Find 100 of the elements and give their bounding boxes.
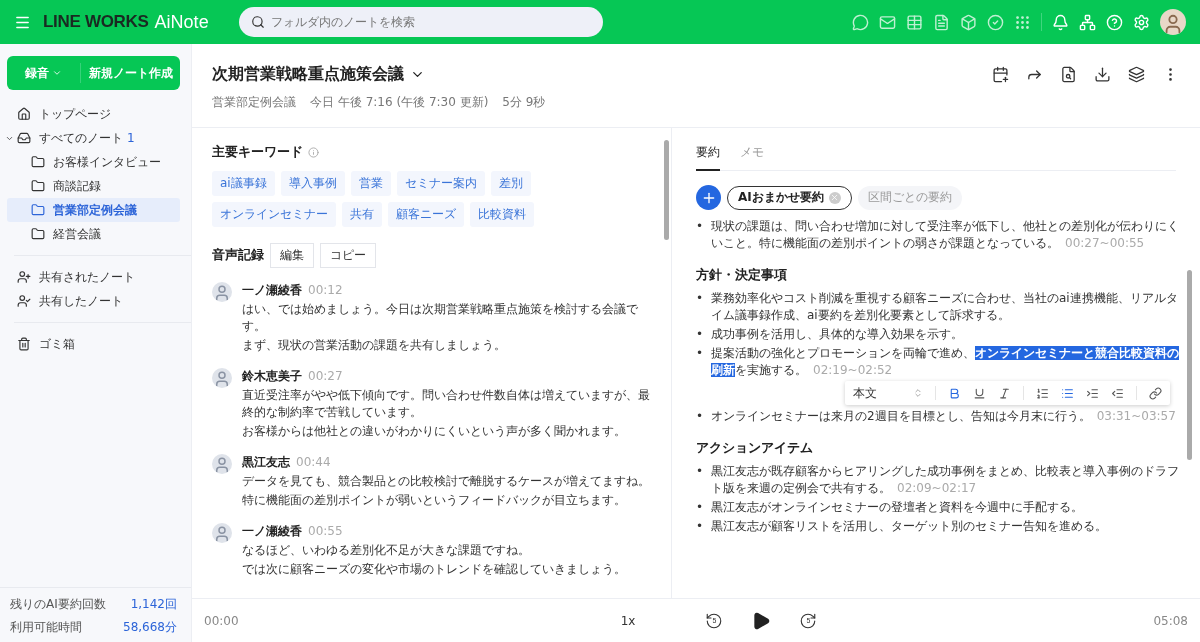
summary-item: オンラインセミナーは来月の2週目を目標とし、告知は今月末に行う。 03:31~03:57 xyxy=(711,408,1177,425)
timestamp[interactable]: 00:55 xyxy=(308,524,343,538)
transcript-text: お客様からは他社との違いがわかりにくいという声が多く聞かれます。 xyxy=(242,423,627,440)
user-check-icon xyxy=(17,294,31,308)
search-icon xyxy=(250,15,265,29)
bullet-list-icon[interactable] xyxy=(1061,386,1074,400)
style-select[interactable]: 本文 xyxy=(853,384,923,402)
check-icon[interactable] xyxy=(987,13,1004,31)
bullet: • xyxy=(696,218,704,235)
folder-name: 営業部定例会議 xyxy=(212,94,296,111)
calendar-icon[interactable] xyxy=(992,66,1010,84)
edit-button[interactable]: 編集 xyxy=(270,243,314,268)
bold-icon[interactable] xyxy=(948,386,961,400)
settings-icon[interactable] xyxy=(1133,13,1150,31)
sidebar-item[interactable]: 経営会議 xyxy=(7,222,180,246)
copy-button[interactable]: コピー xyxy=(320,243,376,268)
note-date: 今日 午後 7:16 (午後 7:30 更新) xyxy=(310,94,489,111)
speaker-avatar xyxy=(212,282,232,302)
network-icon[interactable] xyxy=(1079,13,1096,31)
note-title: 次期営業戦略重点施策会議 xyxy=(212,64,404,85)
folder-icon xyxy=(31,227,45,241)
logo: LINE WORKS xyxy=(43,12,149,32)
search-field[interactable]: フォルダ内のノートを検索 xyxy=(238,7,603,37)
bullet: • xyxy=(696,290,704,307)
timestamp[interactable]: 00:27 xyxy=(308,369,343,383)
transcript-text: では次に顧客ニーズの変化や市場のトレンドを確認していきましょう。 xyxy=(242,561,627,578)
folder-icon xyxy=(31,203,45,217)
download-icon[interactable] xyxy=(1094,66,1112,84)
summary-heading: アクションアイテム xyxy=(696,439,814,457)
summary-heading: 方針・決定事項 xyxy=(696,266,788,284)
updown-icon xyxy=(913,388,923,398)
sidebar-item[interactable]: すべてのノート 1 xyxy=(7,126,180,150)
underline-icon[interactable] xyxy=(973,386,986,400)
play-icon[interactable] xyxy=(751,610,772,631)
timestamp[interactable]: 00:44 xyxy=(296,455,331,469)
transcript-text: まず、現状の営業活動の課題を共有しましょう。 xyxy=(242,337,507,354)
keyword-tag[interactable]: 差別 xyxy=(490,171,531,196)
keyword-tag[interactable]: 比較資料 xyxy=(470,202,534,227)
keyword-tag[interactable]: オンラインセミナー xyxy=(212,202,336,227)
speed-button[interactable]: 1x xyxy=(614,612,642,629)
bullet: • xyxy=(696,518,704,535)
inbox-icon xyxy=(17,131,31,145)
italic-icon[interactable] xyxy=(998,386,1011,400)
timestamp[interactable]: 00:12 xyxy=(308,283,343,297)
sidebar-item[interactable]: トップページ xyxy=(7,102,180,126)
speaker-name: 鈴木恵美子 xyxy=(242,368,302,385)
sidebar-item[interactable]: 共有されたノート xyxy=(7,265,180,289)
summary-chip[interactable]: AIおまかせ要約 xyxy=(727,185,852,210)
note-duration: 5分 9秒 xyxy=(502,94,546,111)
avatar[interactable] xyxy=(1160,9,1186,35)
summary-item: 提案活動の強化とプロモーションを両輪で進め、オンラインセミナーと競合比較資料の刷新を実施する。 02:19~02:52 xyxy=(711,345,1180,379)
help-icon[interactable] xyxy=(1106,13,1123,31)
tab[interactable]: メモ xyxy=(740,144,764,171)
indent-icon[interactable] xyxy=(1086,386,1099,400)
summary-item: 現状の課題は、問い合わせ増加に対して受注率が低下し、他社との差別化が伝わりにくいこと。特に機能面の差別ポイントの弱さが課題となっている。 00:27~00:55 xyxy=(711,218,1180,252)
folder-icon xyxy=(31,179,45,193)
trash-icon xyxy=(17,337,31,351)
sidebar-item[interactable]: 商談記録 xyxy=(7,174,180,198)
speaker-name: 一ノ瀬綾香 xyxy=(242,523,302,540)
user-plus-icon xyxy=(17,270,31,284)
transcript-text: なるほど、いわゆる差別化不足が大きな課題ですね。 xyxy=(242,542,531,559)
section-title: 音声記録 xyxy=(212,247,264,264)
tab[interactable]: 要約 xyxy=(696,144,720,171)
sidebar-item[interactable]: ゴミ箱 xyxy=(7,332,180,356)
summary-item: 黒江友志がオンラインセミナーの登壇者と資料を今週中に手配する。 xyxy=(711,499,1084,516)
speaker-avatar xyxy=(212,523,232,543)
link-icon[interactable] xyxy=(1149,386,1162,400)
folder-icon xyxy=(31,155,45,169)
keyword-tag[interactable]: 営業 xyxy=(350,171,391,196)
list-search-icon[interactable] xyxy=(1060,66,1078,84)
add-button[interactable] xyxy=(696,185,721,210)
summary-item: 黒江友志が既存顧客からヒアリングした成功事例をまとめ、比較表と導入事例のドラフト版を来週の定例会で共有する。 02:09~02:17 xyxy=(711,463,1180,497)
layers-icon[interactable] xyxy=(1128,66,1146,84)
product-name: AiNote xyxy=(154,11,209,33)
sidebar-item[interactable]: 共有したノート xyxy=(7,289,180,313)
summary-item: 黒江友志が顧客リストを活用し、ターゲット別のセミナー告知を進める。 xyxy=(711,518,1108,535)
bullet: • xyxy=(696,408,704,425)
keyword-tag[interactable]: セミナー案内 xyxy=(396,171,485,196)
keyword-tag[interactable]: ai議事録 xyxy=(212,171,275,196)
sidebar-item[interactable]: お客様インタビュー xyxy=(7,150,180,174)
transcript-text: はい、では始めましょう。今日は次期営業戦略重点施策を検討する会議です。 xyxy=(242,301,639,335)
numbered-list-icon[interactable] xyxy=(1036,386,1049,400)
speaker-name: 黒江友志 xyxy=(242,454,290,471)
stat-label: 利用可能時間 xyxy=(10,619,82,636)
transcript-text: 特に機能面の差別ポイントが弱いというフィードバックが目立ちます。 xyxy=(242,492,627,509)
summary-chip[interactable]: 区間ごとの要約 xyxy=(857,185,962,210)
sidebar-item[interactable]: 営業部定例会議 xyxy=(7,198,180,222)
stat-label: 残りのAI要約回数 xyxy=(10,596,106,613)
transcript-text: 直近受注率がやや低下傾向です。問い合わせ件数自体は増えていますが、最終的な制約率で苦戦しています。 xyxy=(242,387,651,421)
keyword-tag[interactable]: 導入事例 xyxy=(280,171,345,196)
speaker-name: 一ノ瀬綾香 xyxy=(242,282,302,299)
current-time: 00:00 xyxy=(204,613,239,628)
keyword-tag[interactable]: 顧客ニーズ xyxy=(388,202,464,227)
outdent-icon[interactable] xyxy=(1111,386,1124,400)
keyword-tag[interactable]: 共有 xyxy=(342,202,382,227)
summary-item: 成功事例を活用し、具体的な導入効果を示す。 xyxy=(711,326,964,343)
bullet: • xyxy=(696,345,704,362)
stat-value: 1,142回 xyxy=(130,596,177,613)
bell-icon[interactable] xyxy=(1052,13,1069,31)
caret-icon xyxy=(52,68,62,78)
